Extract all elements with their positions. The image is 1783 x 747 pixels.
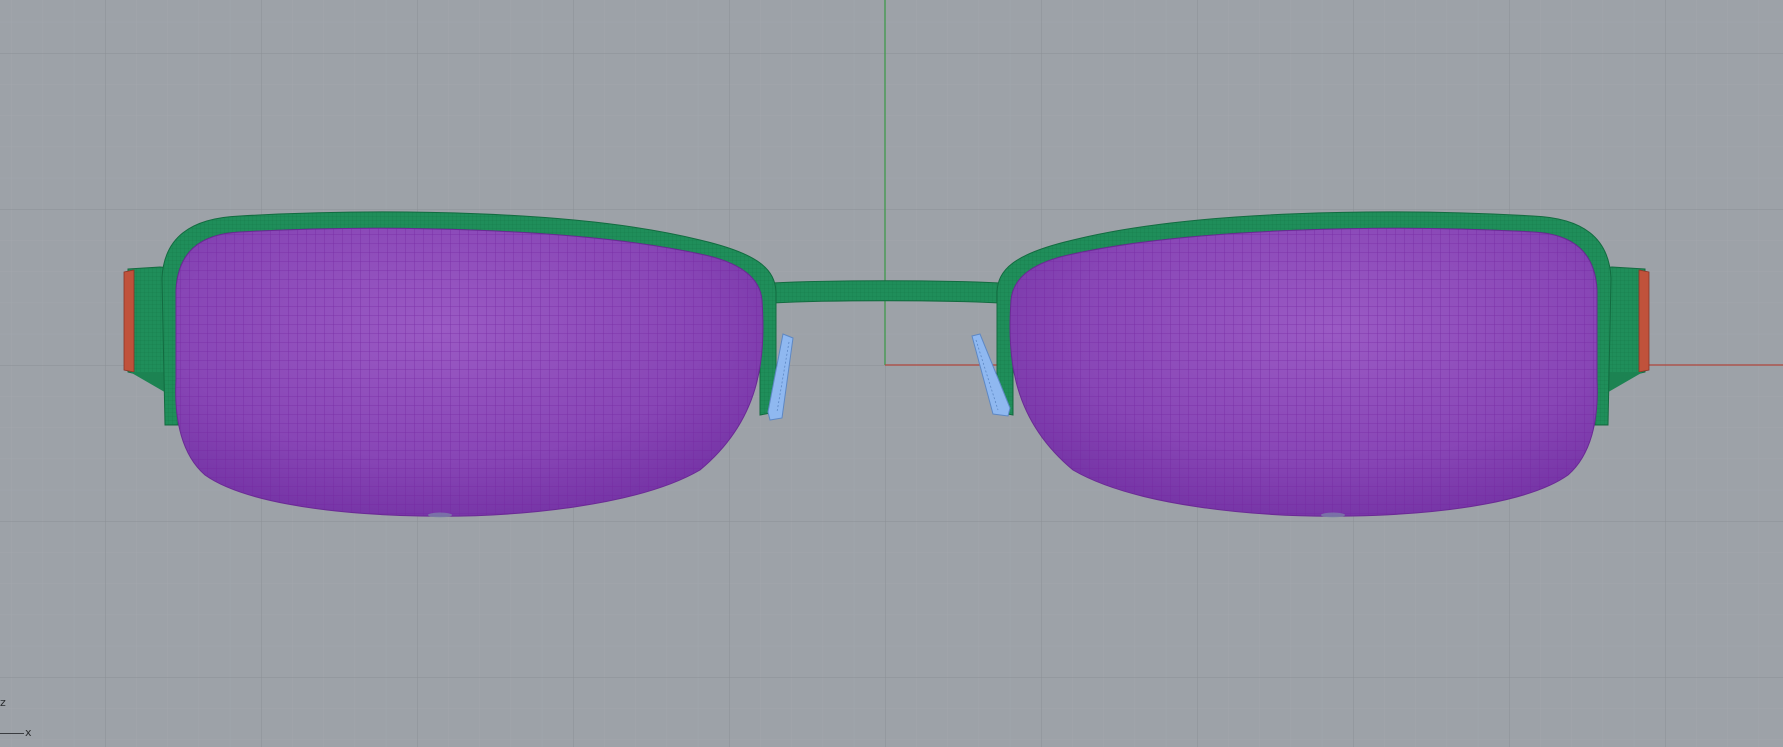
viewport-3d[interactable]: z x (0, 0, 1783, 747)
viewport-canvas[interactable] (0, 0, 1783, 747)
gizmo-x-label: x (25, 726, 32, 739)
gizmo-x-line (0, 733, 24, 734)
lens-left[interactable] (175, 227, 764, 518)
gizmo-z-label: z (0, 696, 6, 709)
bridge[interactable] (771, 280, 1001, 304)
lens-right[interactable] (1009, 227, 1598, 518)
